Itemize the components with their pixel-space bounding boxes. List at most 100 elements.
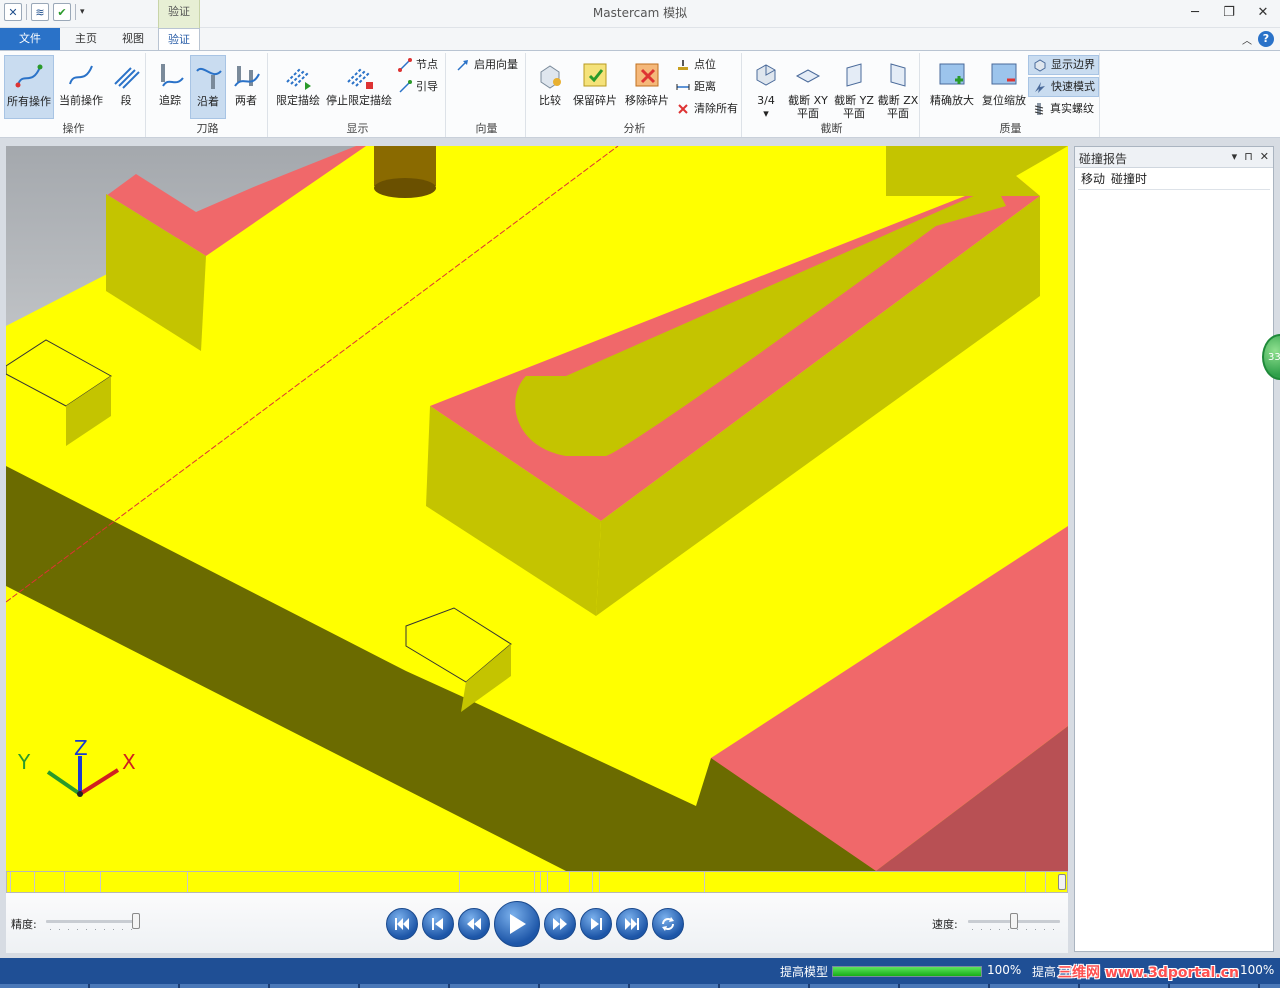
panel-buttons: ▾ ⊓ ✕ [1232,150,1269,163]
clear-all-button[interactable]: 清除所有 [672,99,741,119]
stop-limit-trace-button[interactable]: 停止限定描绘 [324,55,394,119]
precision-slider-thumb[interactable] [132,913,141,929]
panel-dropdown-icon[interactable]: ▾ [1232,150,1238,163]
leader-button[interactable]: 引导 [394,77,441,97]
compare-button[interactable]: 比较 [532,55,568,119]
watermark: 三维网 www.3dportal.cn [1058,965,1239,981]
distance-button[interactable]: 距离 [672,77,719,97]
model-progress-fill [833,967,981,976]
loop-button[interactable] [652,908,684,940]
segment-button[interactable]: 段 [108,55,144,119]
precision-label: 精度: [11,918,37,931]
enable-vector-button[interactable]: 启用向量 [452,55,521,75]
all-operations-button[interactable]: 所有操作 [4,55,54,119]
group-operations: 所有操作 当前操作 段 操作 [2,53,146,137]
section-zx-button[interactable]: 截断 ZX 平面 [876,55,920,120]
enable-vector-label: 启用向量 [474,58,518,71]
limit-trace-button[interactable]: 限定描绘 [274,55,322,119]
app-icon[interactable]: ✕ [4,3,22,21]
timeline-tick [187,872,188,892]
collapse-ribbon-icon[interactable]: ︿ [1242,32,1252,47]
simulation-viewport[interactable]: Y Z X [6,146,1068,871]
nodes-button[interactable]: 节点 [394,55,441,75]
timeline-tick [100,872,101,892]
timeline-tick [459,872,460,892]
three-quarter-dropdown-icon[interactable]: ▾ [748,107,784,120]
current-operation-label: 当前操作 [59,94,103,107]
remove-chips-button[interactable]: 移除碎片 [622,55,672,119]
ribbon: 所有操作 当前操作 段 操作 追踪 沿着 两者 刀路 限定描绘 停止限定描绘 节… [0,50,1280,138]
fast-mode-label: 快速模式 [1051,80,1095,93]
loop-icon [662,917,674,931]
column-collision-time[interactable]: 碰撞时 [1111,170,1147,189]
current-operation-button[interactable]: 当前操作 [56,55,106,119]
along-button[interactable]: 沿着 [190,55,226,119]
reset-zoom-button[interactable]: 复位缩放 [980,55,1028,119]
keep-chips-button[interactable]: 保留碎片 [570,55,620,119]
section-xy-label: 截断 XY [788,94,828,107]
axis-z-label: Z [74,736,88,760]
timeline-tick [547,872,548,892]
play-icon [510,914,526,934]
tab-view[interactable]: 视图 [112,28,154,50]
play-button[interactable] [494,901,540,947]
group-vector: 启用向量 向量 [448,53,526,137]
cube-quarter-icon [749,58,783,92]
playback-buttons [386,901,684,947]
skip-to-end-button[interactable] [616,908,648,940]
step-forward-button[interactable] [580,908,612,940]
layers-icon[interactable]: ≋ [31,3,49,21]
trace-button[interactable]: 追踪 [152,55,188,119]
speed-slider-thumb[interactable] [1010,913,1018,929]
step-back-button[interactable] [422,908,454,940]
thread-icon [1031,101,1047,117]
both-button[interactable]: 两者 [228,55,264,119]
maximize-button[interactable]: ❐ [1212,0,1246,26]
skip-to-start-button[interactable] [386,908,418,940]
status-model-percent: 100% [987,963,1022,977]
timeline-tick [704,872,705,892]
point-button[interactable]: 点位 [672,55,719,75]
step-back-icon [432,918,443,930]
close-button[interactable]: ✕ [1246,0,1280,26]
fast-forward-button[interactable] [544,908,576,940]
panel-column-headers: 移动 碰撞时 [1078,170,1270,190]
precision-slider[interactable] [46,913,141,931]
timeline-handle[interactable] [1058,874,1066,890]
nodes-label: 节点 [416,58,438,71]
quick-access-toolbar: ✕ ≋ ✔ ▾ [4,3,85,21]
column-move[interactable]: 移动 [1081,170,1105,189]
plane-xy-icon [791,58,825,92]
help-icon[interactable]: ? [1258,31,1274,47]
both-label: 两者 [235,94,257,107]
group-analysis: 比较 保留碎片 移除碎片 点位 距离 清除所有 分析 [528,53,742,137]
precise-zoom-button[interactable]: 精确放大 [926,55,978,119]
timeline-tick [1045,872,1046,892]
fast-mode-button[interactable]: 快速模式 [1028,77,1099,97]
panel-close-icon[interactable]: ✕ [1260,150,1269,163]
tab-file[interactable]: 文件 [0,28,60,50]
operation-timeline[interactable] [6,871,1068,893]
true-thread-button[interactable]: 真实螺纹 [1028,99,1097,119]
window-controls: ─ ❐ ✕ [1178,0,1280,26]
panel-pin-icon[interactable]: ⊓ [1244,150,1253,163]
speed-slider[interactable] [968,913,1060,931]
checklist-icon[interactable]: ✔ [53,3,71,21]
tab-verify[interactable]: 验证 [158,28,200,50]
minimize-button[interactable]: ─ [1178,0,1212,26]
group-section: 3/4 ▾ 截断 XY 平面 截断 YZ 平面 截断 ZX 平面 截断 [744,53,920,137]
qat-dropdown-icon[interactable]: ▾ [80,7,85,17]
section-yz-button[interactable]: 截断 YZ 平面 [832,55,876,120]
three-quarter-button[interactable]: 3/4 ▾ [748,55,784,120]
rewind-button[interactable] [458,908,490,940]
collision-report-panel: 碰撞报告 ▾ ⊓ ✕ 移动 碰撞时 [1074,146,1274,952]
precise-zoom-icon [935,58,969,92]
show-edges-button[interactable]: 显示边界 [1028,55,1099,75]
stop-limit-trace-icon [342,58,376,92]
section-xy-button[interactable]: 截断 XY 平面 [786,55,830,120]
group-display: 限定描绘 停止限定描绘 节点 引导 显示 [270,53,446,137]
three-quarter-label: 3/4 [757,94,775,107]
remove-chips-label: 移除碎片 [625,94,669,107]
tab-home[interactable]: 主页 [66,28,106,50]
timeline-tick [534,872,535,892]
